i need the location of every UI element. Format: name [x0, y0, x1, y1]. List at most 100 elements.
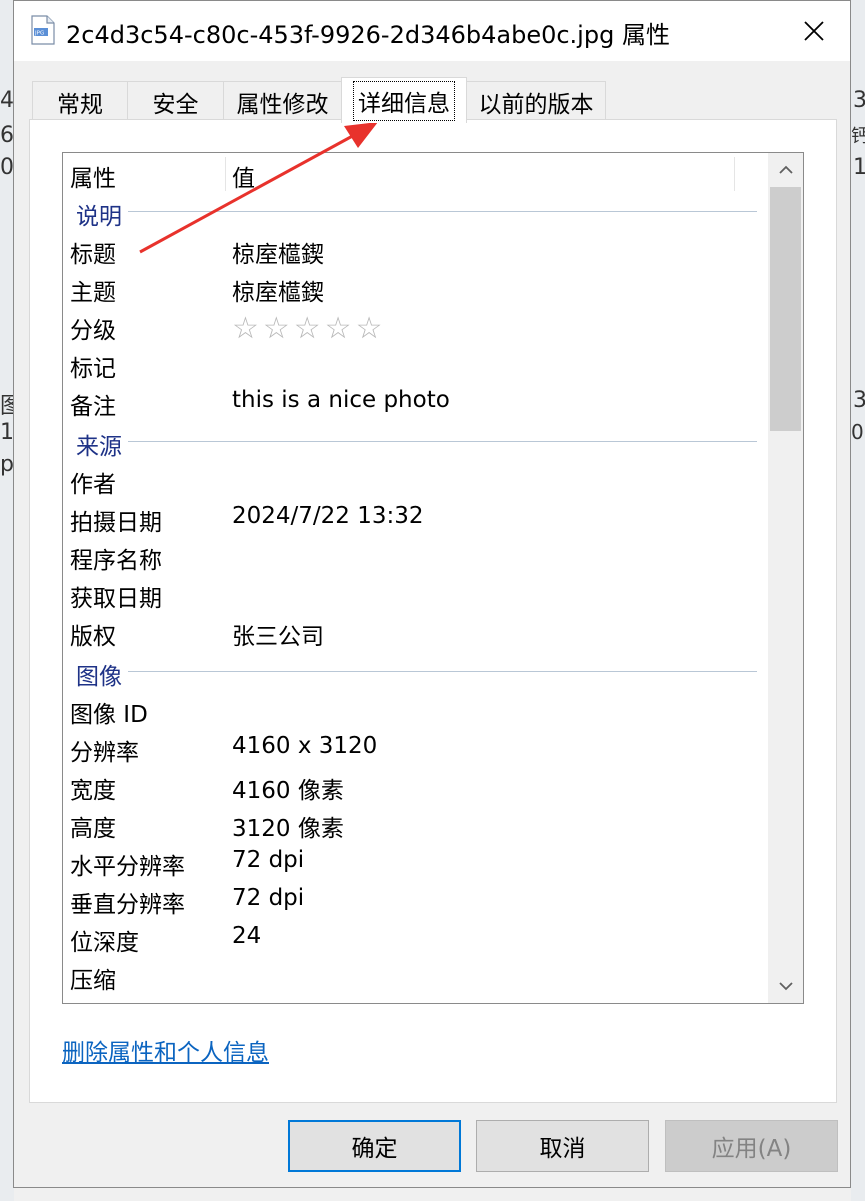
list-item[interactable]: 备注 this is a nice photo: [63, 382, 768, 420]
list-item[interactable]: 宽度 4160 像素: [63, 766, 768, 804]
background-text: p: [0, 452, 14, 477]
property-value[interactable]: 4160 像素: [232, 771, 344, 805]
list-item[interactable]: 分级 ☆☆☆☆☆: [63, 306, 768, 346]
list-item[interactable]: 获取日期: [63, 574, 768, 612]
title-bar[interactable]: JPG 2c4d3c54-c80c-453f-9926-2d346b4abe0c…: [14, 1, 850, 61]
property-value[interactable]: 3120 像素: [232, 809, 344, 843]
column-header-property[interactable]: 属性: [70, 159, 116, 193]
background-text: 02: [851, 420, 865, 444]
file-type-label: JPG: [34, 31, 44, 37]
property-name: 标记: [70, 356, 116, 382]
background-text: 0: [0, 155, 14, 180]
list-item[interactable]: 位深度 24: [63, 918, 768, 956]
property-name: 拍摄日期: [70, 510, 162, 536]
property-name: 垂直分辨率: [70, 892, 185, 918]
list-item[interactable]: 分辨率 4160 x 3120: [63, 728, 768, 766]
column-header-value[interactable]: 值: [232, 159, 255, 193]
list-item[interactable]: 标记: [63, 344, 768, 382]
close-icon: [804, 21, 824, 41]
property-name: 高度: [70, 816, 116, 842]
ok-button[interactable]: 确定: [288, 1120, 461, 1172]
group-title: 说明: [76, 197, 128, 231]
property-value[interactable]: 椋庢櫙鍥: [232, 273, 324, 307]
background-text: 1: [0, 420, 14, 445]
tab-previous-versions[interactable]: 以前的版本: [466, 81, 606, 121]
property-name: 宽度: [70, 778, 116, 804]
tab-label: 以前的版本: [478, 91, 594, 118]
property-value[interactable]: 4160 x 3120: [232, 733, 377, 759]
close-button[interactable]: [790, 9, 838, 53]
list-item[interactable]: 程序名称: [63, 536, 768, 574]
property-name: 分级: [70, 318, 116, 344]
background-text: 3: [853, 388, 865, 413]
background-text: 6: [0, 123, 14, 148]
list-item[interactable]: 作者: [63, 460, 768, 498]
tab-details[interactable]: 详细信息: [341, 77, 467, 123]
background-text: 1: [853, 155, 865, 180]
list-item[interactable]: 主题 椋庢櫙鍥: [63, 268, 768, 306]
list-item[interactable]: 垂直分辨率 72 dpi: [63, 880, 768, 918]
scroll-down-button[interactable]: [768, 969, 803, 1003]
tab-property-edit[interactable]: 属性修改: [223, 81, 342, 121]
scroll-up-button[interactable]: [768, 153, 803, 187]
scroll-thumb[interactable]: [770, 187, 801, 431]
list-item[interactable]: 高度 3120 像素: [63, 804, 768, 842]
list-item[interactable]: 图像 ID: [63, 690, 768, 728]
property-name: 压缩: [70, 968, 116, 994]
properties-dialog: JPG 2c4d3c54-c80c-453f-9926-2d346b4abe0c…: [13, 0, 851, 1188]
group-divider: [77, 671, 757, 672]
group-origin: 来源: [63, 422, 768, 461]
property-value[interactable]: 72 dpi: [232, 847, 304, 873]
remove-properties-link[interactable]: 删除属性和个人信息: [62, 1033, 269, 1067]
property-name: 获取日期: [70, 586, 162, 612]
property-name: 程序名称: [70, 548, 162, 574]
details-panel: 属性 值 说明 标题 椋庢櫙鍥 主题 椋庢櫙鍥 分级 ☆☆☆☆☆ 标记 备注 t…: [29, 119, 837, 1103]
property-name: 主题: [70, 280, 116, 306]
property-value[interactable]: 张三公司: [232, 617, 324, 651]
tab-label: 安全: [152, 91, 199, 118]
list-item[interactable]: 版权 张三公司: [63, 612, 768, 650]
background-text: 钙: [851, 126, 865, 147]
list-item[interactable]: 标题 椋庢櫙鍥: [63, 230, 768, 268]
list-item[interactable]: 压缩: [63, 956, 768, 994]
list-header: 属性 值: [63, 153, 768, 193]
chevron-up-icon: [778, 165, 793, 174]
property-name: 位深度: [70, 930, 139, 956]
tab-strip: 常规 安全 属性修改 详细信息 以前的版本: [32, 77, 832, 123]
property-value[interactable]: 24: [232, 923, 261, 949]
tab-label: 常规: [57, 91, 103, 118]
background-text: 4: [0, 88, 14, 113]
list-item[interactable]: 水平分辨率 72 dpi: [63, 842, 768, 880]
property-value[interactable]: this is a nice photo: [232, 387, 450, 413]
property-value[interactable]: 2024/7/22 13:32: [232, 503, 424, 529]
tab-general[interactable]: 常规: [32, 81, 128, 121]
property-value[interactable]: 72 dpi: [232, 885, 304, 911]
tab-label: 属性修改: [236, 91, 329, 118]
list-item[interactable]: 拍摄日期 2024/7/22 13:32: [63, 498, 768, 536]
property-name: 分辨率: [70, 740, 139, 766]
background-window-right: 3 钙 1 3 02: [851, 0, 865, 1201]
background-text: 3: [853, 88, 865, 113]
property-name: 备注: [70, 394, 116, 420]
group-image: 图像: [63, 652, 768, 691]
column-separator[interactable]: [734, 157, 735, 191]
apply-button[interactable]: 应用(A): [665, 1120, 838, 1172]
group-divider: [77, 441, 757, 442]
property-list[interactable]: 属性 值 说明 标题 椋庢櫙鍥 主题 椋庢櫙鍥 分级 ☆☆☆☆☆ 标记 备注 t…: [62, 152, 804, 1004]
jpg-file-icon: JPG: [31, 15, 55, 45]
cancel-button[interactable]: 取消: [476, 1120, 649, 1172]
group-description: 说明: [63, 192, 768, 231]
group-title: 来源: [76, 427, 128, 461]
property-value[interactable]: 椋庢櫙鍥: [232, 235, 324, 269]
group-divider: [77, 211, 757, 212]
background-window-left: 4 6 0 图 1 p: [0, 0, 22, 1201]
window-title: 2c4d3c54-c80c-453f-9926-2d346b4abe0c.jpg…: [66, 21, 670, 49]
tab-label: 详细信息: [353, 80, 455, 121]
tab-security[interactable]: 安全: [127, 81, 224, 121]
column-separator[interactable]: [225, 157, 226, 191]
chevron-down-icon: [778, 982, 793, 991]
rating-stars[interactable]: ☆☆☆☆☆: [232, 311, 386, 346]
group-title: 图像: [76, 657, 128, 691]
property-name: 标题: [70, 242, 116, 268]
vertical-scrollbar[interactable]: [768, 153, 803, 1003]
